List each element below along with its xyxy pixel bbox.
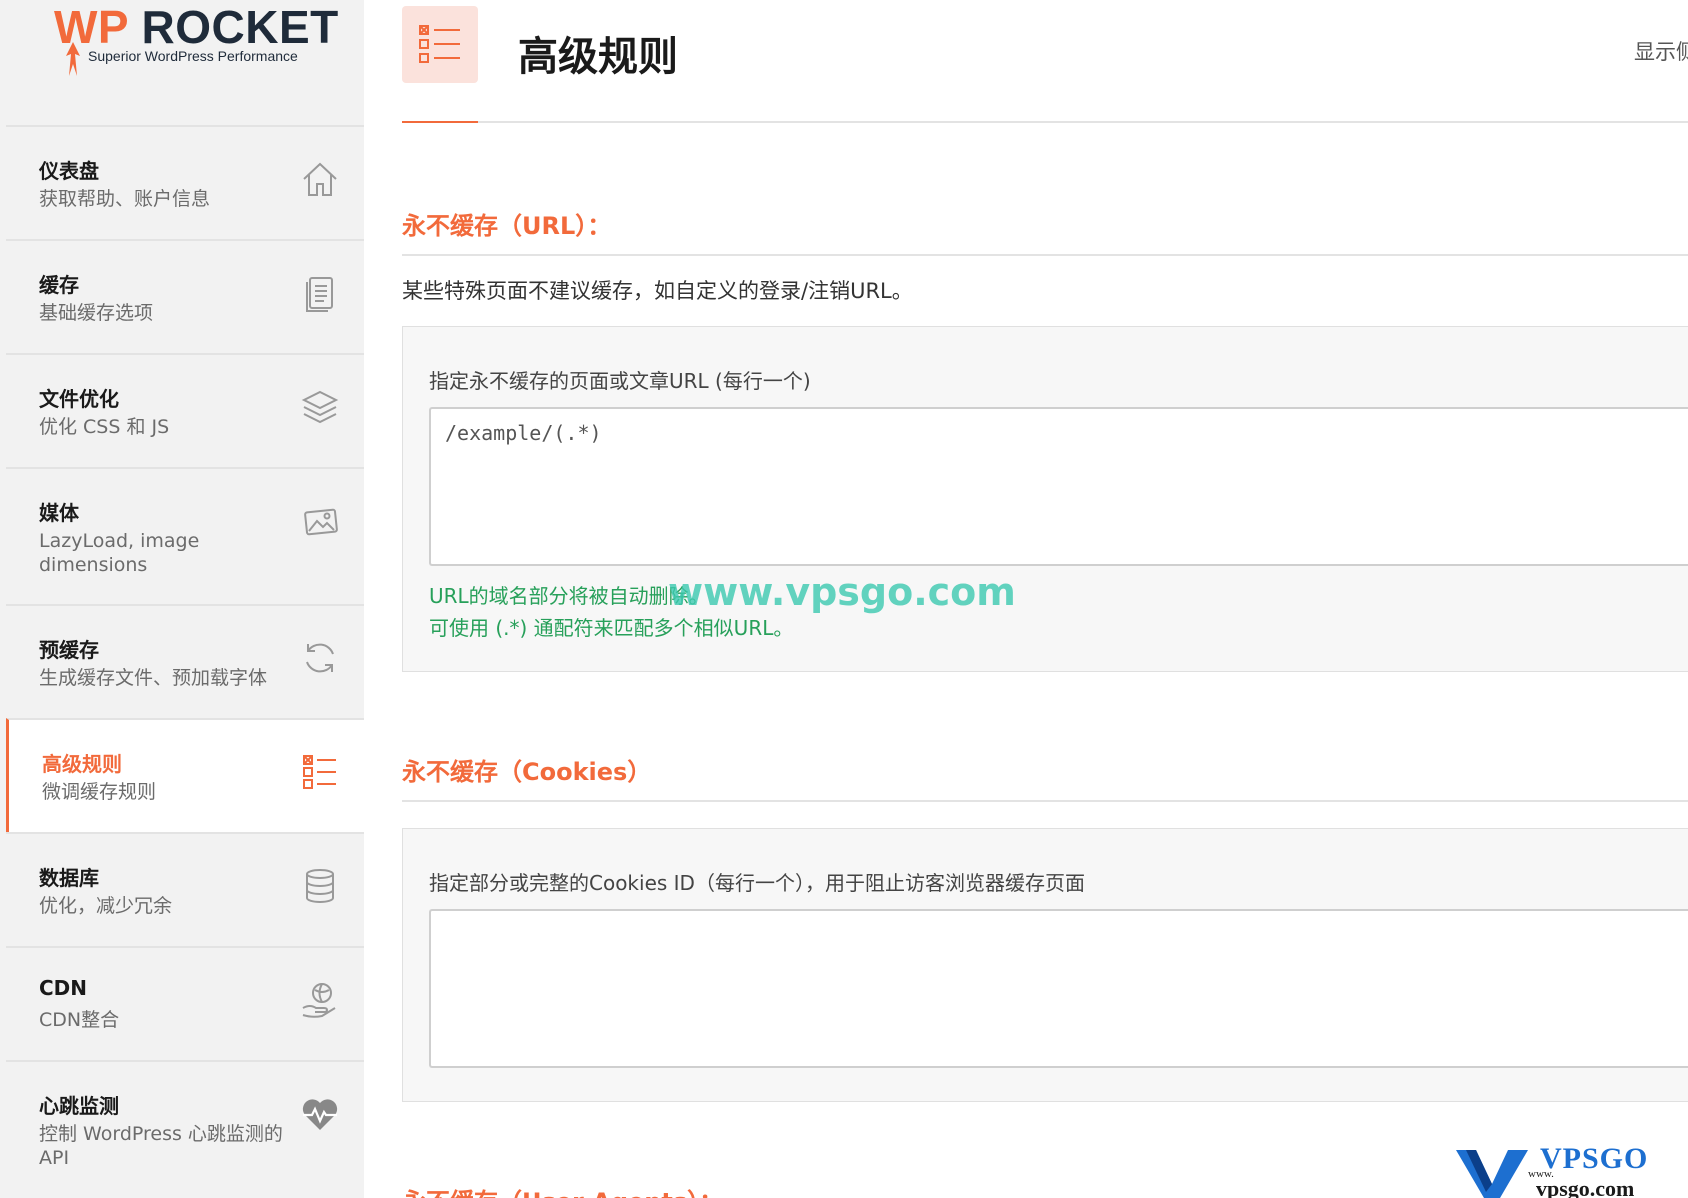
sidebar-item-desc: CDN整合 [39,1009,120,1031]
heartbeat-icon [300,1094,340,1134]
section-title-never-cache-url: 永不缓存（URL）： [402,212,612,240]
sidebar-item-preload[interactable]: 预缓存 生成缓存文件、预加载字体 [6,604,364,718]
sidebar-item-cdn[interactable]: CDN CDN整合 [6,946,364,1060]
watermark-text: www.vpsgo.com [668,570,1016,614]
section-divider [402,800,1688,802]
never-cache-cookies-panel: 指定部分或完整的Cookies ID（每行一个），用于阻止访客浏览器缓存页面 [402,828,1688,1102]
vpsgo-corner-logo: VPSGO www. vpsgo.com [1456,1142,1688,1198]
sidebar-item-desc: 控制 WordPress 心跳监测的 API [39,1123,283,1169]
sidebar: WP ROCKET Superior WordPress Performance… [0,0,364,1198]
sidebar-item-desc: LazyLoad, image dimensions [39,530,200,576]
sidebar-item-desc: 优化 CSS 和 JS [39,416,170,438]
page-header-icon [402,6,478,83]
never-cache-url-textarea[interactable] [429,407,1688,566]
header-divider-accent [402,121,478,123]
globe-hand-icon [300,980,340,1020]
main-content: 高级规则 显示侧 永不缓存（URL）： 某些特殊页面不建议缓存，如自定义的登录/… [364,0,1688,1198]
checklist-icon [300,752,340,792]
sidebar-item-title: 心跳监测 [39,1094,119,1118]
never-cache-cookies-textarea[interactable] [429,909,1688,1068]
sidebar-item-title: 文件优化 [39,387,119,411]
section-description: 某些特殊页面不建议缓存，如自定义的登录/注销URL。 [402,279,913,303]
sidebar-item-desc: 微调缓存规则 [42,781,157,803]
logo-tagline: Superior WordPress Performance [88,48,298,64]
sidebar-item-media[interactable]: 媒体 LazyLoad, image dimensions [6,467,364,604]
vpsgo-v-icon [1456,1150,1528,1198]
sidebar-item-desc: 获取帮助、账户信息 [39,188,211,210]
page-title: 高级规则 [518,34,678,80]
database-icon [300,866,340,906]
section-title-never-cache-cookies: 永不缓存（Cookies） [402,758,652,786]
sidebar-item-title: CDN [39,976,88,1000]
vpsgo-domain-text: vpsgo.com [1536,1176,1635,1198]
logo-wordmark: WP ROCKET [54,1,339,53]
sidebar-item-title: 预缓存 [39,638,99,662]
sidebar-item-title: 仪表盘 [39,159,99,183]
refresh-icon [300,638,340,678]
vpsgo-brand-text: VPSGO [1540,1142,1649,1175]
wp-rocket-logo[interactable]: WP ROCKET Superior WordPress Performance [54,0,354,90]
sidebar-item-title: 媒体 [39,501,79,525]
sidebar-item-database[interactable]: 数据库 优化，减少冗余 [6,832,364,946]
sidebar-item-desc: 优化，减少冗余 [39,895,173,917]
sidebar-item-file-optimization[interactable]: 文件优化 优化 CSS 和 JS [6,353,364,467]
section-divider [402,254,1688,256]
sidebar-item-title: 高级规则 [42,752,122,776]
sidebar-item-desc: 生成缓存文件、预加载字体 [39,667,268,689]
display-toggle-link[interactable]: 显示侧 [1634,36,1688,66]
sidebar-nav: 仪表盘 获取帮助、账户信息 缓存 基础缓存选项 文件优化 优化 CSS 和 JS… [6,125,364,1197]
sidebar-item-title: 缓存 [39,273,79,297]
sidebar-item-cache[interactable]: 缓存 基础缓存选项 [6,239,364,353]
sidebar-item-desc: 基础缓存选项 [39,302,154,324]
checklist-icon [419,25,460,63]
sidebar-item-advanced-rules[interactable]: 高级规则 微调缓存规则 [6,718,364,832]
help-text-domain: URL的域名部分将被自动删除。 [429,584,709,608]
header-divider [402,121,1688,123]
field-label: 指定永不缓存的页面或文章URL (每行一个) [429,369,811,393]
section-title-never-cache-user-agents: 永不缓存（User Agents）： [402,1182,723,1198]
field-label: 指定部分或完整的Cookies ID（每行一个），用于阻止访客浏览器缓存页面 [429,871,1085,895]
sidebar-item-heartbeat[interactable]: 心跳监测 控制 WordPress 心跳监测的 API [6,1060,364,1197]
sidebar-item-dashboard[interactable]: 仪表盘 获取帮助、账户信息 [6,125,364,239]
never-cache-url-panel: 指定永不缓存的页面或文章URL (每行一个) URL的域名部分将被自动删除。 可… [402,326,1688,672]
help-text-wildcard: 可使用 (.*) 通配符来匹配多个相似URL。 [429,616,794,640]
sidebar-item-title: 数据库 [39,866,99,890]
home-icon [300,159,340,199]
layers-icon [300,387,340,427]
image-icon [300,501,340,541]
document-icon [300,273,340,313]
